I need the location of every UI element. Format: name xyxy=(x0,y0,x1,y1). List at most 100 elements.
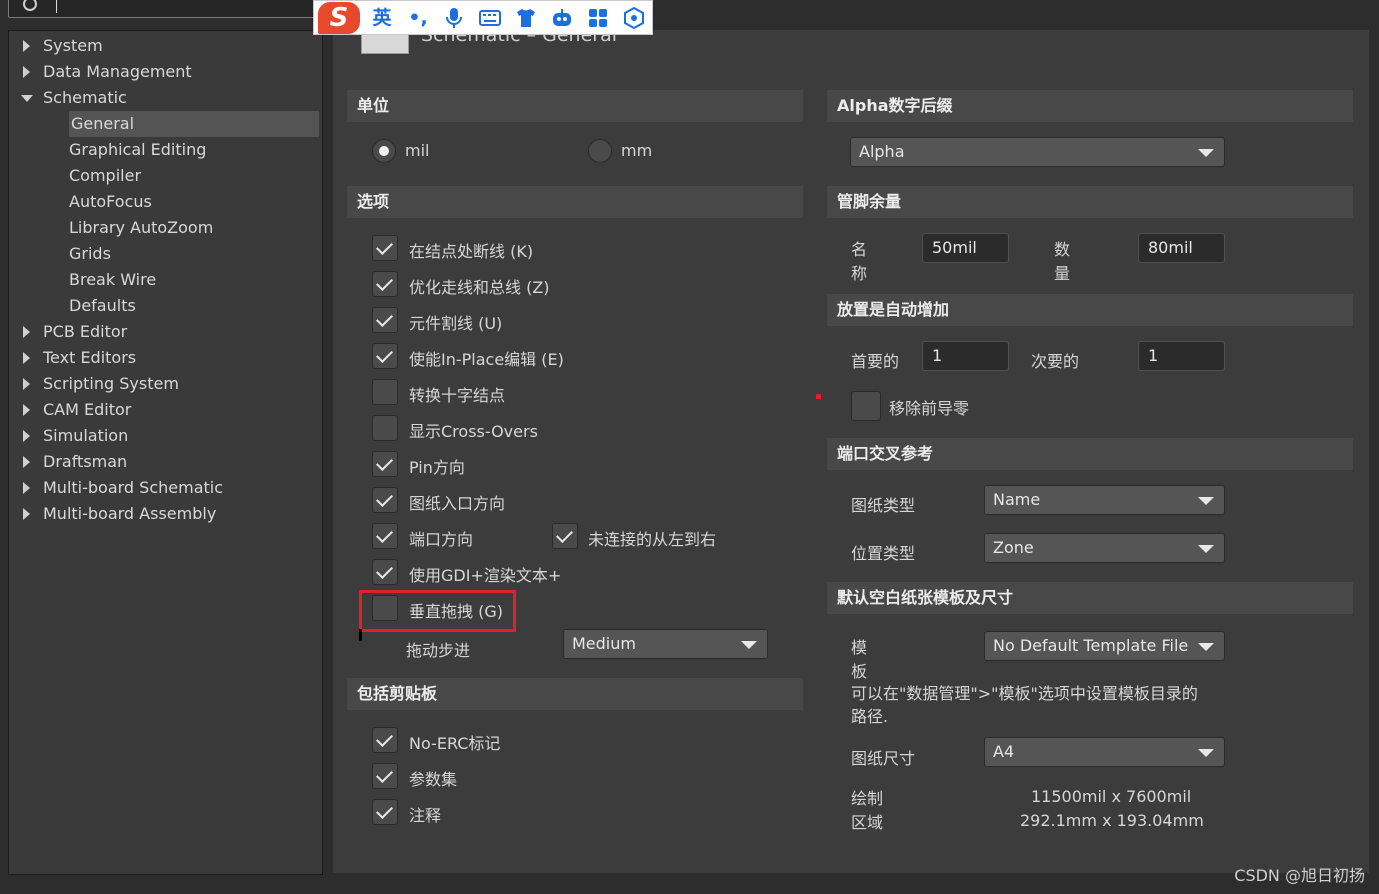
tree-item-cam-editor[interactable]: CAM Editor xyxy=(23,397,131,423)
unit-mm-radio[interactable] xyxy=(588,139,612,163)
tree-item-label: Grids xyxy=(69,244,111,263)
options-checkbox[interactable] xyxy=(372,379,398,405)
primary-input[interactable]: 1 xyxy=(922,341,1009,371)
template-header: 默认空白纸张模板及尺寸 xyxy=(827,582,1353,614)
expand-arrow-right-icon[interactable] xyxy=(23,430,30,442)
alpha-suffix-dropdown[interactable]: Alpha xyxy=(850,137,1225,167)
options-checkbox[interactable] xyxy=(372,415,398,441)
expand-arrow-right-icon[interactable] xyxy=(23,326,30,338)
tree-item-draftsman[interactable]: Draftsman xyxy=(23,449,127,475)
unconnected-left-to-right-checkbox[interactable] xyxy=(552,523,578,549)
options-checkbox-label: 使用GDI+渲染文本+ xyxy=(409,566,562,585)
watermark: CSDN @旭日初扬 xyxy=(1234,866,1365,885)
clipboard-checkbox[interactable] xyxy=(372,763,398,789)
expand-arrow-right-icon[interactable] xyxy=(23,40,30,52)
remove-leading-zeros-checkbox[interactable] xyxy=(851,391,881,421)
secondary-input[interactable]: 1 xyxy=(1138,341,1225,371)
options-checkbox[interactable] xyxy=(372,559,398,585)
tree-item-data-management[interactable]: Data Management xyxy=(23,59,192,85)
options-checkbox[interactable] xyxy=(372,235,398,261)
search-input[interactable] xyxy=(8,0,340,18)
tree-item-label: General xyxy=(69,111,319,137)
expand-arrow-right-icon[interactable] xyxy=(23,456,30,468)
options-checkbox[interactable] xyxy=(372,451,398,477)
expand-arrow-down-icon[interactable] xyxy=(21,95,33,102)
robot-icon[interactable] xyxy=(550,6,574,30)
settings-hex-icon[interactable] xyxy=(622,6,646,30)
tree-item-break-wire[interactable]: Break Wire xyxy=(69,267,156,293)
ime-mode-toggle[interactable]: 英 xyxy=(370,6,394,30)
sogou-logo-icon[interactable]: S xyxy=(318,2,360,34)
tree-item-text-editors[interactable]: Text Editors xyxy=(23,345,136,371)
tree-item-multi-board-schematic[interactable]: Multi-board Schematic xyxy=(23,475,223,501)
highlight-box xyxy=(359,590,516,632)
tree-item-label: Defaults xyxy=(69,296,136,315)
drag-step-dropdown[interactable]: Medium xyxy=(563,629,768,659)
options-checkbox[interactable] xyxy=(372,271,398,297)
drag-step-label: 拖动步进 xyxy=(406,641,471,660)
tree-item-label: Scripting System xyxy=(43,374,179,393)
options-checkbox[interactable] xyxy=(372,523,398,549)
expand-arrow-right-icon[interactable] xyxy=(23,352,30,364)
primary-label: 首要的 xyxy=(851,352,900,371)
options-checkbox[interactable] xyxy=(372,487,398,513)
tree-item-label: System xyxy=(43,36,103,55)
expand-arrow-right-icon[interactable] xyxy=(23,404,30,416)
template-hint-line1: 可以在"数据管理">"模板"选项中设置模板目录的 xyxy=(851,684,1198,703)
options-checkbox[interactable] xyxy=(372,343,398,369)
punctuation-toggle[interactable]: •, xyxy=(406,6,430,30)
apps-grid-icon[interactable] xyxy=(586,6,610,30)
options-checkbox-label: Pin方向 xyxy=(409,458,465,477)
tree-item-pcb-editor[interactable]: PCB Editor xyxy=(23,319,127,345)
tree-item-graphical-editing[interactable]: Graphical Editing xyxy=(69,137,206,163)
template-dropdown[interactable]: No Default Template File xyxy=(984,631,1225,661)
sheet-size-dropdown[interactable]: A4 xyxy=(984,737,1225,767)
drawing-area-mm: 292.1mm x 193.04mm xyxy=(1020,811,1204,830)
pin-margin-name-label: 名称 xyxy=(851,240,868,283)
tree-item-library-autozoom[interactable]: Library AutoZoom xyxy=(69,215,213,241)
tree-item-simulation[interactable]: Simulation xyxy=(23,423,128,449)
location-type-dropdown[interactable]: Zone xyxy=(984,533,1225,563)
clipboard-checkbox[interactable] xyxy=(372,799,398,825)
auto-increment-header: 放置是自动增加 xyxy=(827,294,1353,326)
tree-item-compiler[interactable]: Compiler xyxy=(69,163,141,189)
chevron-down-icon xyxy=(1198,497,1214,505)
pin-margin-name-input[interactable]: 50mil xyxy=(922,233,1009,263)
unit-mil-label: mil xyxy=(405,141,430,160)
remove-leading-zeros-label: 移除前导零 xyxy=(889,399,970,418)
tree-item-defaults[interactable]: Defaults xyxy=(69,293,136,319)
unit-mil-radio[interactable] xyxy=(372,139,396,163)
clipboard-checkbox-label: No-ERC标记 xyxy=(409,734,501,753)
options-checkbox[interactable] xyxy=(372,307,398,333)
preferences-tree: System Data Management Schematic General Gra… xyxy=(8,30,323,875)
sheet-type-dropdown[interactable]: Name xyxy=(984,485,1225,515)
tree-item-grids[interactable]: Grids xyxy=(69,241,111,267)
options-checkbox-label: 图纸入口方向 xyxy=(409,494,506,513)
pin-margin-number-input[interactable]: 80mil xyxy=(1138,233,1225,263)
microphone-icon[interactable] xyxy=(442,6,466,30)
tree-item-autofocus[interactable]: AutoFocus xyxy=(69,189,152,215)
chevron-down-icon xyxy=(1198,643,1214,651)
options-checkbox-label: 元件割线 (U) xyxy=(409,314,503,333)
drag-step-value: Medium xyxy=(572,634,636,653)
tree-item-system[interactable]: System xyxy=(23,33,103,59)
tree-item-label: Compiler xyxy=(69,166,142,185)
expand-arrow-right-icon[interactable] xyxy=(23,508,30,520)
tree-item-scripting-system[interactable]: Scripting System xyxy=(23,371,179,397)
template-value: No Default Template File xyxy=(993,636,1189,655)
shirt-icon[interactable] xyxy=(514,6,538,30)
expand-arrow-right-icon[interactable] xyxy=(23,482,30,494)
unit-mm-label: mm xyxy=(621,141,653,160)
expand-arrow-right-icon[interactable] xyxy=(23,66,30,78)
keyboard-icon[interactable] xyxy=(478,6,502,30)
clipboard-checkbox[interactable] xyxy=(372,727,398,753)
tree-item-schematic[interactable]: Schematic xyxy=(21,85,127,111)
expand-arrow-right-icon[interactable] xyxy=(23,378,30,390)
options-checkbox-label: 优化走线和总线 (Z) xyxy=(409,278,550,297)
tree-item-label: Library AutoZoom xyxy=(69,218,214,237)
tree-item-multi-board-assembly[interactable]: Multi-board Assembly xyxy=(23,501,216,527)
tree-item-label: Draftsman xyxy=(43,452,128,471)
secondary-label: 次要的 xyxy=(1031,352,1080,371)
options-checkbox-label: 显示Cross-Overs xyxy=(409,422,538,441)
tree-item-general[interactable]: General xyxy=(69,111,319,137)
